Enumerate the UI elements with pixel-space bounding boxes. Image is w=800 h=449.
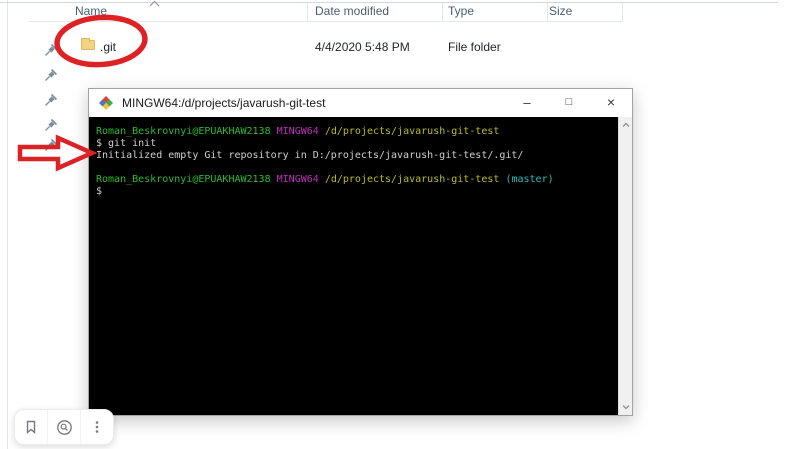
terminal-console[interactable]: Roman_Beskrovnyi@EPUAKHAW2138 MINGW64 /d…: [89, 117, 632, 415]
column-header-type[interactable]: Type: [448, 4, 474, 18]
column-separator[interactable]: [307, 3, 308, 21]
more-options-icon: [95, 421, 99, 433]
pin-icon[interactable]: [44, 93, 58, 107]
close-button[interactable]: ×: [590, 89, 632, 117]
maximize-button[interactable]: □: [548, 89, 590, 117]
terminal-titlebar[interactable]: MINGW64:/d/projects/javarush-git-test – …: [89, 89, 632, 117]
terminal-line: $: [96, 186, 103, 197]
nav-pane-divider: [7, 0, 8, 449]
column-header-bottom-border: [28, 21, 623, 22]
search-lens-icon: [56, 419, 72, 435]
scroll-down-icon[interactable]: [621, 402, 631, 412]
terminal-line: Initialized empty Git repository in D:/p…: [96, 150, 524, 161]
terminal-line: Roman_Beskrovnyi@EPUAKHAW2138 MINGW64 /d…: [96, 174, 554, 185]
scroll-up-icon[interactable]: [621, 120, 631, 130]
column-header-date-modified[interactable]: Date modified: [315, 4, 389, 18]
terminal-title: MINGW64:/d/projects/javarush-git-test: [122, 96, 326, 110]
screenshot-root: Name Date modified Type Size .git 4/4/20…: [0, 0, 800, 449]
terminal-scrollbar[interactable]: [618, 117, 632, 415]
folder-icon: [81, 38, 95, 50]
column-header-top-border: [0, 2, 778, 3]
bookmark-icon: [26, 420, 36, 435]
mintty-app-icon: [99, 96, 113, 110]
file-type: File folder: [448, 40, 501, 54]
search-lens-button[interactable]: [47, 410, 80, 444]
pin-icon[interactable]: [44, 138, 58, 152]
terminal-window[interactable]: MINGW64:/d/projects/javarush-git-test – …: [88, 88, 633, 416]
file-name[interactable]: .git: [100, 40, 116, 54]
image-viewer-toolbar: [14, 409, 114, 445]
terminal-line: $ git init: [96, 138, 157, 149]
more-options-button[interactable]: [80, 410, 113, 444]
pin-icon[interactable]: [44, 118, 58, 132]
column-header-size[interactable]: Size: [549, 4, 572, 18]
pin-icon[interactable]: [44, 68, 58, 82]
minimize-button[interactable]: –: [506, 89, 548, 117]
sort-ascending-icon: [149, 0, 160, 7]
file-date-modified: 4/4/2020 5:48 PM: [315, 40, 410, 54]
column-separator[interactable]: [442, 3, 443, 21]
column-separator[interactable]: [622, 3, 623, 21]
column-header-name[interactable]: Name: [75, 4, 107, 18]
terminal-output: Roman_Beskrovnyi@EPUAKHAW2138 MINGW64 /d…: [96, 126, 614, 198]
terminal-line: Roman_Beskrovnyi@EPUAKHAW2138 MINGW64 /d…: [96, 126, 500, 137]
pin-icon[interactable]: [44, 43, 58, 57]
bookmark-button[interactable]: [15, 410, 47, 444]
column-separator[interactable]: [547, 3, 548, 21]
